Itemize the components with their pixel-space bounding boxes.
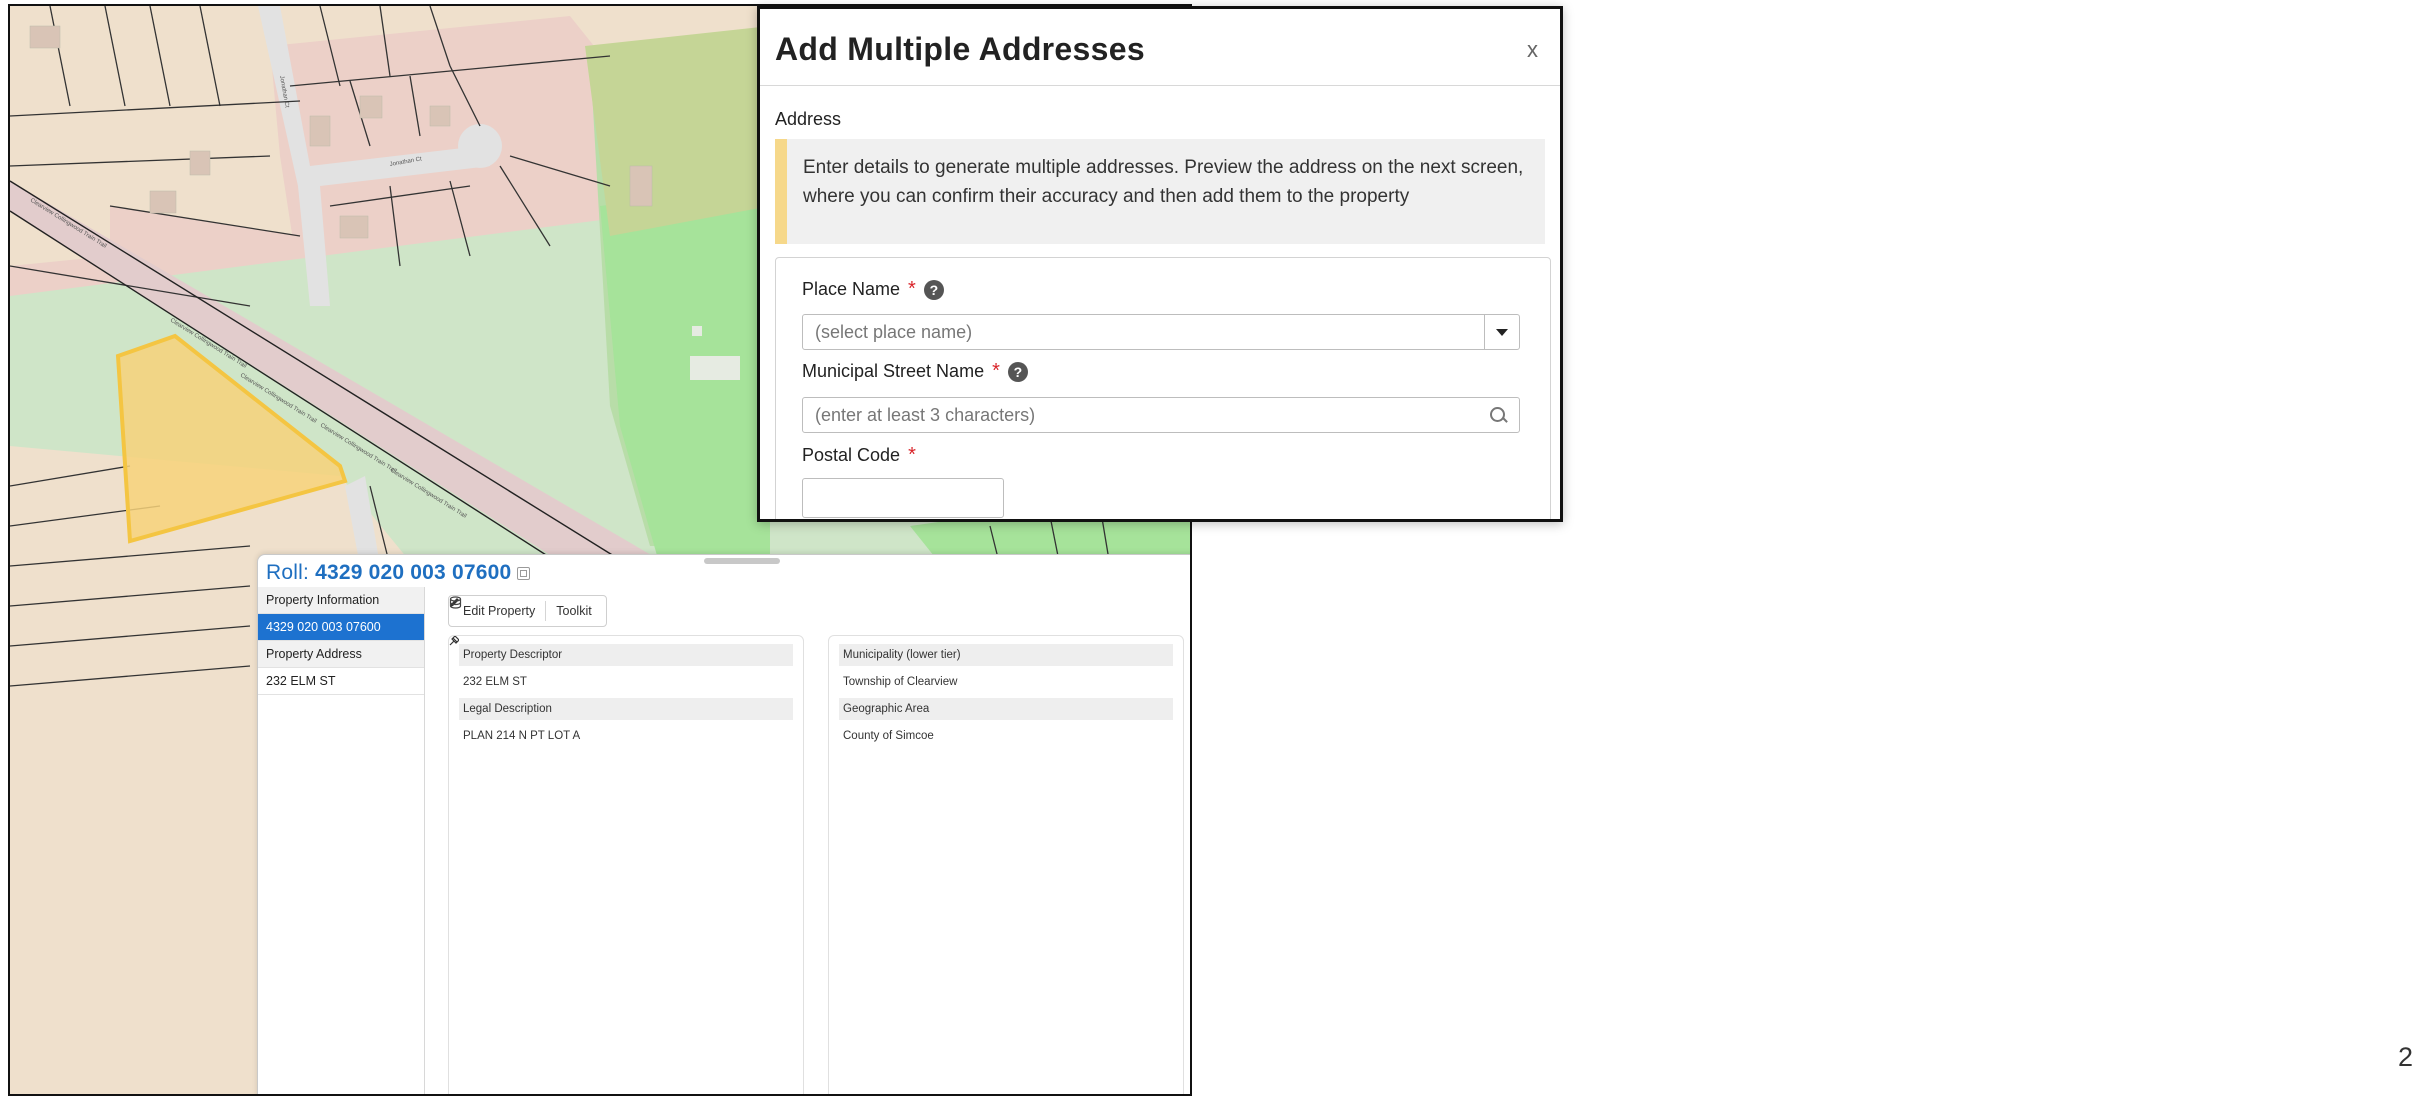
municipality-value: Township of Clearview: [843, 676, 958, 688]
caret-down-icon: [1496, 328, 1508, 336]
nav-item-address[interactable]: 232 ELM ST: [258, 668, 424, 695]
dialog-title: Add Multiple Addresses: [775, 31, 1145, 67]
legal-description-text: Legal Description: [463, 703, 552, 715]
help-icon[interactable]: ?: [1007, 361, 1028, 382]
toolkit-button[interactable]: Toolkit: [449, 596, 597, 626]
address-form: Place Name * ? (select place name) Munic…: [775, 257, 1551, 519]
close-button[interactable]: x: [1527, 37, 1538, 63]
dropdown-toggle[interactable]: [1484, 315, 1519, 349]
legal-description-value: PLAN 214 N PT LOT A: [463, 730, 581, 742]
page-number: 2: [2398, 1042, 2414, 1072]
info-message: Enter details to generate multiple addre…: [775, 139, 1545, 244]
edit-property-button[interactable]: Edit Property: [450, 596, 541, 626]
property-descriptor-label: Property Descriptor: [459, 644, 793, 666]
geographic-area-value: County of Simcoe: [843, 730, 934, 742]
property-toolbar: Edit Property Toolkit: [448, 595, 607, 627]
street-name-label-text: Municipal Street Name: [802, 361, 985, 381]
place-name-value: (select place name): [815, 321, 973, 342]
place-name-select[interactable]: (select place name): [802, 314, 1520, 350]
nav-divider: [424, 587, 425, 1094]
street-name-label: Municipal Street Name * ?: [802, 360, 1028, 383]
nav-header-property-information: Property Information: [258, 587, 424, 614]
toolbar-separator: [545, 601, 547, 621]
postal-code-input[interactable]: [802, 478, 1004, 518]
toolkit-label: Toolkit: [556, 604, 592, 618]
section-title: Address: [775, 109, 842, 129]
municipality-card: Municipality (lower tier) Township of Cl…: [828, 635, 1184, 1094]
place-name-label-text: Place Name: [802, 279, 901, 299]
property-nav: Property Information 4329 020 003 07600 …: [258, 587, 424, 695]
add-multiple-addresses-dialog: Add Multiple Addresses x Address Enter d…: [757, 6, 1563, 522]
copy-icon[interactable]: [517, 567, 530, 580]
street-name-input[interactable]: (enter at least 3 characters): [802, 397, 1520, 433]
dialog-header: Add Multiple Addresses x: [760, 9, 1560, 86]
database-icon: [449, 596, 462, 609]
geographic-area-label: Geographic Area: [839, 698, 1173, 720]
panel-drag-handle[interactable]: [704, 558, 780, 564]
required-mark: *: [992, 360, 1000, 382]
help-icon[interactable]: ?: [923, 279, 944, 300]
nav-item-roll-number[interactable]: 4329 020 003 07600: [258, 614, 424, 641]
postal-code-label: Postal Code *: [802, 444, 916, 467]
street-name-placeholder: (enter at least 3 characters): [815, 404, 1036, 425]
edit-property-label: Edit Property: [463, 604, 536, 618]
search-icon[interactable]: [1490, 407, 1505, 422]
roll-title: Roll: 4329 020 003 07600: [266, 561, 511, 585]
roll-title-prefix: Roll:: [266, 561, 310, 584]
legal-description-label: Legal Description: [449, 636, 793, 720]
property-panel: Roll: 4329 020 003 07600 Property Inform…: [257, 554, 1190, 1094]
place-name-label: Place Name * ?: [802, 278, 944, 301]
required-mark: *: [908, 444, 916, 466]
municipality-label: Municipality (lower tier): [839, 644, 1173, 666]
property-details-card: Property Descriptor 232 ELM ST Legal Des…: [448, 635, 804, 1094]
nav-header-property-address: Property Address: [258, 641, 424, 668]
required-mark: *: [908, 278, 916, 300]
gavel-icon: [449, 636, 459, 646]
property-descriptor-value: 232 ELM ST: [463, 676, 527, 688]
postal-code-label-text: Postal Code: [802, 445, 901, 465]
roll-number: 4329 020 003 07600: [315, 561, 512, 584]
